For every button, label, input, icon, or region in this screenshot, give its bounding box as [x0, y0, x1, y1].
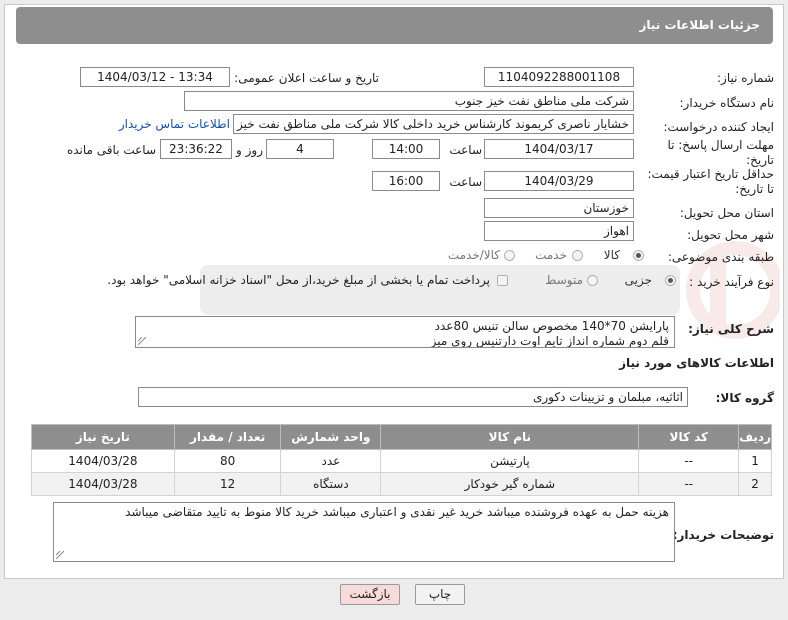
- cell-need-date: 1404/03/28: [31, 449, 175, 473]
- time-remaining-label: ساعت باقی مانده: [66, 143, 156, 157]
- cell-item-name: شماره گیر خودکار: [380, 472, 640, 496]
- price-validity-label-2: تا تاریخ:: [735, 182, 774, 196]
- process-option-medium: متوسط: [545, 273, 583, 287]
- cell-item-code: --: [638, 449, 740, 473]
- days-label: روز و: [236, 143, 263, 157]
- days-remaining-field: 4: [266, 139, 334, 159]
- category-option-goods: کالا: [603, 248, 620, 262]
- buyer-notes-textarea: هزینه حمل به عهده فروشنده میباشد خرید غی…: [53, 502, 675, 562]
- time-remaining-field: 23:36:22: [160, 139, 232, 159]
- buyer-contact-link[interactable]: اطلاعات تماس خریدار: [119, 117, 230, 131]
- treasury-payment-note: پرداخت تمام یا بخشی از مبلغ خرید،از محل …: [107, 273, 490, 287]
- page-title: جزئیات اطلاعات نیاز: [639, 18, 760, 32]
- process-radio-minor[interactable]: [665, 275, 676, 286]
- price-validity-time-label: ساعت: [449, 175, 482, 189]
- cell-item-code: --: [638, 472, 740, 496]
- col-need-date: تاریخ نیاز: [31, 424, 175, 450]
- send-deadline-date-field: 1404/03/17: [484, 139, 634, 159]
- province-label: استان محل تحویل:: [679, 206, 774, 220]
- goods-table: ردیف کد کالا نام کالا واحد شمارش تعداد /…: [31, 424, 772, 496]
- announce-label: تاریخ و ساعت اعلان عمومی:: [234, 71, 379, 85]
- buyer-org-label: نام دستگاه خریدار:: [679, 96, 775, 110]
- back-button[interactable]: بازگشت: [340, 584, 400, 605]
- price-validity-date-field: 1404/03/29: [484, 171, 634, 191]
- category-option-goods-service: کالا/خدمت: [447, 248, 500, 262]
- description-textarea: پارایشن 70*140 مخصوص سالن تنیس 80عدد قلم…: [135, 316, 675, 348]
- resize-grip-icon[interactable]: [138, 337, 146, 345]
- send-deadline-time-field: 14:00: [372, 139, 440, 159]
- col-unit: واحد شمارش: [280, 424, 382, 450]
- category-radio-goods-service[interactable]: [504, 250, 515, 261]
- requester-label: ایجاد کننده درخواست:: [663, 120, 774, 134]
- cell-quantity: 80: [173, 449, 282, 473]
- cell-row-number: 1: [738, 449, 772, 473]
- cell-item-name: پارتیشن: [380, 449, 640, 473]
- send-deadline-label-1: مهلت ارسال پاسخ: تا: [667, 138, 774, 152]
- goods-group-label: گروه کالا:: [715, 391, 774, 405]
- buyer-notes-label: توضیحات خریدار:: [672, 528, 774, 542]
- send-deadline-label-2: تاریخ:: [746, 153, 774, 167]
- need-number-label: شماره نیاز:: [717, 71, 774, 85]
- buyer-org-field: شرکت ملی مناطق نفت خیز جنوب: [184, 91, 634, 111]
- province-field: خوزستان: [484, 198, 634, 218]
- description-label: شرح کلی نیاز:: [688, 322, 774, 336]
- col-row-number: ردیف: [738, 424, 772, 450]
- description-line-1: پارایشن 70*140 مخصوص سالن تنیس 80عدد: [434, 319, 669, 333]
- cell-row-number: 2: [738, 472, 772, 496]
- price-validity-time-field: 16:00: [372, 171, 440, 191]
- col-item-code: کد کالا: [638, 424, 740, 450]
- category-option-service: خدمت: [535, 248, 567, 262]
- print-button[interactable]: چاپ: [415, 584, 465, 605]
- table-row: 2 -- شماره گیر خودکار دستگاه 12 1404/03/…: [31, 472, 772, 496]
- table-row: 1 -- پارتیشن عدد 80 1404/03/28: [31, 449, 772, 473]
- cell-unit: دستگاه: [280, 472, 382, 496]
- category-label: طبقه بندی موضوعی:: [667, 250, 774, 264]
- description-line-2: قلم دوم شماره انداز تایم اوت دارتنیس روی…: [430, 334, 669, 348]
- cell-quantity: 12: [173, 472, 282, 496]
- cell-unit: عدد: [280, 449, 382, 473]
- goods-section-title: اطلاعات کالاهای مورد نیاز: [619, 356, 774, 370]
- cell-need-date: 1404/03/28: [31, 472, 175, 496]
- process-option-minor: جزیی: [624, 273, 652, 287]
- col-quantity: تعداد / مقدار: [173, 424, 282, 450]
- resize-grip-icon[interactable]: [56, 551, 64, 559]
- table-header-row: ردیف کد کالا نام کالا واحد شمارش تعداد /…: [31, 424, 772, 450]
- category-radio-service[interactable]: [572, 250, 583, 261]
- city-label: شهر محل تحویل:: [687, 228, 774, 242]
- treasury-payment-checkbox[interactable]: [497, 275, 508, 286]
- goods-group-field: اثاثیه، مبلمان و تزیینات دکوری: [138, 387, 688, 407]
- page-header: جزئیات اطلاعات نیاز: [16, 7, 773, 44]
- process-label: نوع فرآیند خرید :: [689, 275, 774, 289]
- announce-datetime-field: 1404/03/12 - 13:34: [80, 67, 230, 87]
- process-radio-medium[interactable]: [587, 275, 598, 286]
- need-number-field: 1104092288001108: [484, 67, 634, 87]
- requester-field: خشایار ناصری کریموند کارشناس خرید داخلی …: [233, 114, 634, 134]
- city-field: اهواز: [484, 221, 634, 241]
- buyer-notes-text: هزینه حمل به عهده فروشنده میباشد خرید غی…: [125, 505, 669, 519]
- col-item-name: نام کالا: [380, 424, 640, 450]
- category-radio-goods[interactable]: [633, 250, 644, 261]
- price-validity-label-1: حداقل تاریخ اعتبار قیمت:: [647, 167, 774, 181]
- send-deadline-time-label: ساعت: [449, 143, 482, 157]
